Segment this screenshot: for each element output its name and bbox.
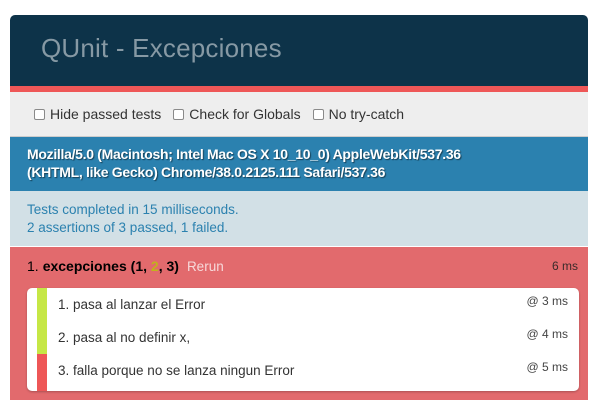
module-name: excepciones: [42, 258, 127, 274]
qunit-header: QUnit - Excepciones: [10, 15, 588, 86]
no-try-catch-option[interactable]: No try-catch: [312, 106, 405, 122]
assertion-item: 1. pasa al lanzar el Error @ 3 ms: [37, 288, 579, 321]
user-agent: Mozilla/5.0 (Macintosh; Intel Mac OS X 1…: [10, 137, 588, 191]
assertion-pass-marker: [37, 288, 47, 321]
test-module-failed: 1. excepciones (1, 2, 3) Rerun 6 ms 1. p…: [10, 247, 588, 400]
check-globals-label: Check for Globals: [189, 106, 301, 122]
module-number: 1.: [27, 258, 39, 274]
passed-count: 2: [150, 258, 159, 274]
assertion-item: 2. pasa al no definir x, @ 4 ms: [37, 321, 579, 354]
qunit-toolbar: Hide passed tests Check for Globals No t…: [10, 92, 588, 137]
assertion-list: 1. pasa al lanzar el Error @ 3 ms 2. pas…: [27, 288, 579, 391]
assertion-runtime: @ 3 ms: [526, 294, 568, 308]
assertion-summary-text: 2 assertions of 3 passed, 1 failed.: [27, 220, 229, 235]
counts-sep-1: ,: [143, 258, 151, 274]
rerun-link[interactable]: Rerun: [187, 259, 224, 274]
hide-passed-checkbox[interactable]: [34, 108, 45, 120]
hide-passed-option[interactable]: Hide passed tests: [34, 106, 161, 122]
check-globals-checkbox[interactable]: [173, 108, 185, 120]
assertion-message: 2. pasa al no definir x,: [58, 330, 191, 345]
page-title[interactable]: QUnit - Excepciones: [41, 31, 282, 65]
assertion-item: 3. falla porque no se lanza ningun Error…: [37, 354, 579, 391]
assertion-runtime: @ 4 ms: [526, 327, 568, 341]
test-result-summary: Tests completed in 15 milliseconds. 2 as…: [10, 191, 588, 247]
no-try-catch-label: No try-catch: [328, 106, 405, 122]
check-globals-option[interactable]: Check for Globals: [173, 106, 301, 122]
failed-count: 1: [135, 258, 144, 274]
assertion-message: 1. pasa al lanzar el Error: [58, 297, 206, 312]
assertion-pass-marker: [37, 321, 47, 354]
no-try-catch-checkbox[interactable]: [312, 108, 324, 120]
test-duration-text: Tests completed in 15 milliseconds.: [27, 202, 239, 217]
assertion-message: 3. falla porque no se lanza ningun Error: [58, 363, 295, 378]
user-agent-line-2: (KHTML, like Gecko) Chrome/38.0.2125.111…: [27, 164, 386, 180]
counts-close: ): [174, 258, 179, 274]
module-runtime: 6 ms: [551, 259, 578, 273]
hide-passed-label: Hide passed tests: [50, 106, 162, 122]
assertion-runtime: @ 5 ms: [526, 360, 568, 374]
qunit-frame: QUnit - Excepciones Hide passed tests Ch…: [10, 15, 588, 400]
user-agent-line-1: Mozilla/5.0 (Macintosh; Intel Mac OS X 1…: [27, 146, 461, 162]
counts-group: (1, 2, 3): [127, 258, 179, 274]
module-header[interactable]: 1. excepciones (1, 2, 3) Rerun: [27, 258, 224, 274]
assertion-fail-marker: [37, 354, 47, 391]
